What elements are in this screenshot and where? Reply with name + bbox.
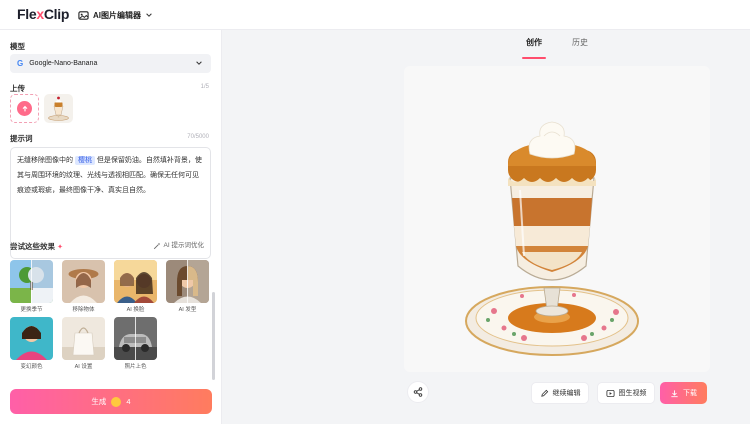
top-bar: FlexClip AI图片编辑器 bbox=[0, 0, 750, 30]
effect-ai-hairstyle[interactable]: AI 发型 bbox=[166, 260, 209, 313]
effect-label: AI 发型 bbox=[178, 307, 197, 313]
try-effects-label: 尝试这些效果 ✦ bbox=[10, 242, 63, 251]
upload-count: 1/5 bbox=[200, 84, 209, 90]
effect-thumbnail bbox=[114, 317, 157, 360]
model-value: Google-Nano-Banana bbox=[29, 60, 98, 67]
effect-label: 更换季节 bbox=[20, 307, 43, 313]
prompt-label: 提示词 bbox=[10, 134, 33, 143]
download-icon bbox=[671, 389, 678, 397]
generate-button[interactable]: 生成 4 bbox=[10, 389, 212, 414]
generate-label: 生成 bbox=[91, 397, 107, 406]
result-image[interactable] bbox=[404, 66, 710, 372]
uploaded-image-thumbnail[interactable] bbox=[44, 94, 73, 123]
effect-thumbnail bbox=[10, 317, 53, 360]
result-canvas bbox=[404, 66, 710, 372]
continue-edit-label: 继续编辑 bbox=[552, 390, 581, 397]
flexclip-logo[interactable]: FlexClip bbox=[17, 6, 69, 22]
effect-ai-face-swap[interactable]: AI 换脸 bbox=[114, 260, 157, 313]
effect-label: 移除物体 bbox=[72, 307, 95, 313]
upload-icon bbox=[17, 101, 32, 116]
effect-thumbnail bbox=[114, 260, 157, 303]
effect-remove-object[interactable]: 移除物体 bbox=[62, 260, 105, 313]
tool-switcher-label: AI图片编辑器 bbox=[93, 10, 141, 20]
tool-switcher[interactable]: AI图片编辑器 bbox=[78, 7, 153, 23]
share-button[interactable] bbox=[407, 381, 429, 403]
image-editor-icon bbox=[78, 10, 89, 20]
effect-thumbnail bbox=[10, 260, 53, 303]
video-play-icon bbox=[605, 389, 615, 397]
effect-season-change[interactable]: 更换季节 bbox=[10, 260, 53, 313]
pencil-icon bbox=[540, 389, 548, 397]
continue-edit-button[interactable]: 继续编辑 bbox=[531, 382, 589, 404]
effect-photo-colorize[interactable]: 照片上色 bbox=[114, 317, 157, 370]
effect-thumbnail bbox=[62, 317, 105, 360]
effect-label: 变幻颜色 bbox=[20, 364, 43, 370]
sparkle-icon: ✦ bbox=[57, 244, 63, 251]
ai-prompt-optimize-button[interactable]: AI 提示词优化 bbox=[153, 238, 204, 253]
effect-thumbnail bbox=[62, 260, 105, 303]
effect-label: AI 设置 bbox=[74, 364, 93, 370]
credit-coin-icon bbox=[111, 396, 122, 407]
model-select[interactable]: G Google-Nano-Banana bbox=[10, 54, 211, 73]
upload-button[interactable] bbox=[10, 94, 39, 123]
effect-change-color[interactable]: 变幻颜色 bbox=[10, 317, 53, 370]
ai-optimize-label: AI 提示词优化 bbox=[163, 242, 204, 249]
effect-label: 照片上色 bbox=[124, 364, 147, 370]
download-button[interactable]: 下载 bbox=[660, 382, 707, 404]
effect-ai-setting[interactable]: AI 设置 bbox=[62, 317, 105, 370]
effects-scrollbar[interactable] bbox=[212, 292, 215, 380]
generate-cost: 4 bbox=[126, 397, 131, 406]
effect-label: AI 换脸 bbox=[126, 307, 145, 313]
image-to-video-label: 图生视频 bbox=[618, 390, 647, 397]
google-icon: G bbox=[17, 59, 24, 68]
chevron-down-icon bbox=[146, 13, 152, 17]
prompt-text-pre: 无缝移除图像中的 bbox=[17, 157, 73, 164]
prompt-highlight-tag[interactable]: 樱桃 bbox=[74, 156, 95, 165]
share-icon bbox=[413, 387, 423, 397]
model-label: 模型 bbox=[10, 42, 25, 51]
upload-label: 上传 bbox=[10, 84, 25, 93]
download-label: 下载 bbox=[683, 390, 697, 397]
result-tabs: 创作 历史 bbox=[522, 34, 592, 59]
magic-wand-icon bbox=[153, 242, 160, 249]
effect-thumbnail bbox=[166, 260, 209, 303]
chevron-down-icon bbox=[196, 61, 202, 65]
image-to-video-button[interactable]: 图生视频 bbox=[597, 382, 655, 404]
prompt-count: 70/5000 bbox=[187, 134, 209, 140]
left-panel: 模型 G Google-Nano-Banana 上传 1/5 提示词 70/50… bbox=[0, 30, 222, 424]
tab-history[interactable]: 历史 bbox=[568, 34, 592, 54]
tab-create[interactable]: 创作 bbox=[522, 34, 546, 59]
